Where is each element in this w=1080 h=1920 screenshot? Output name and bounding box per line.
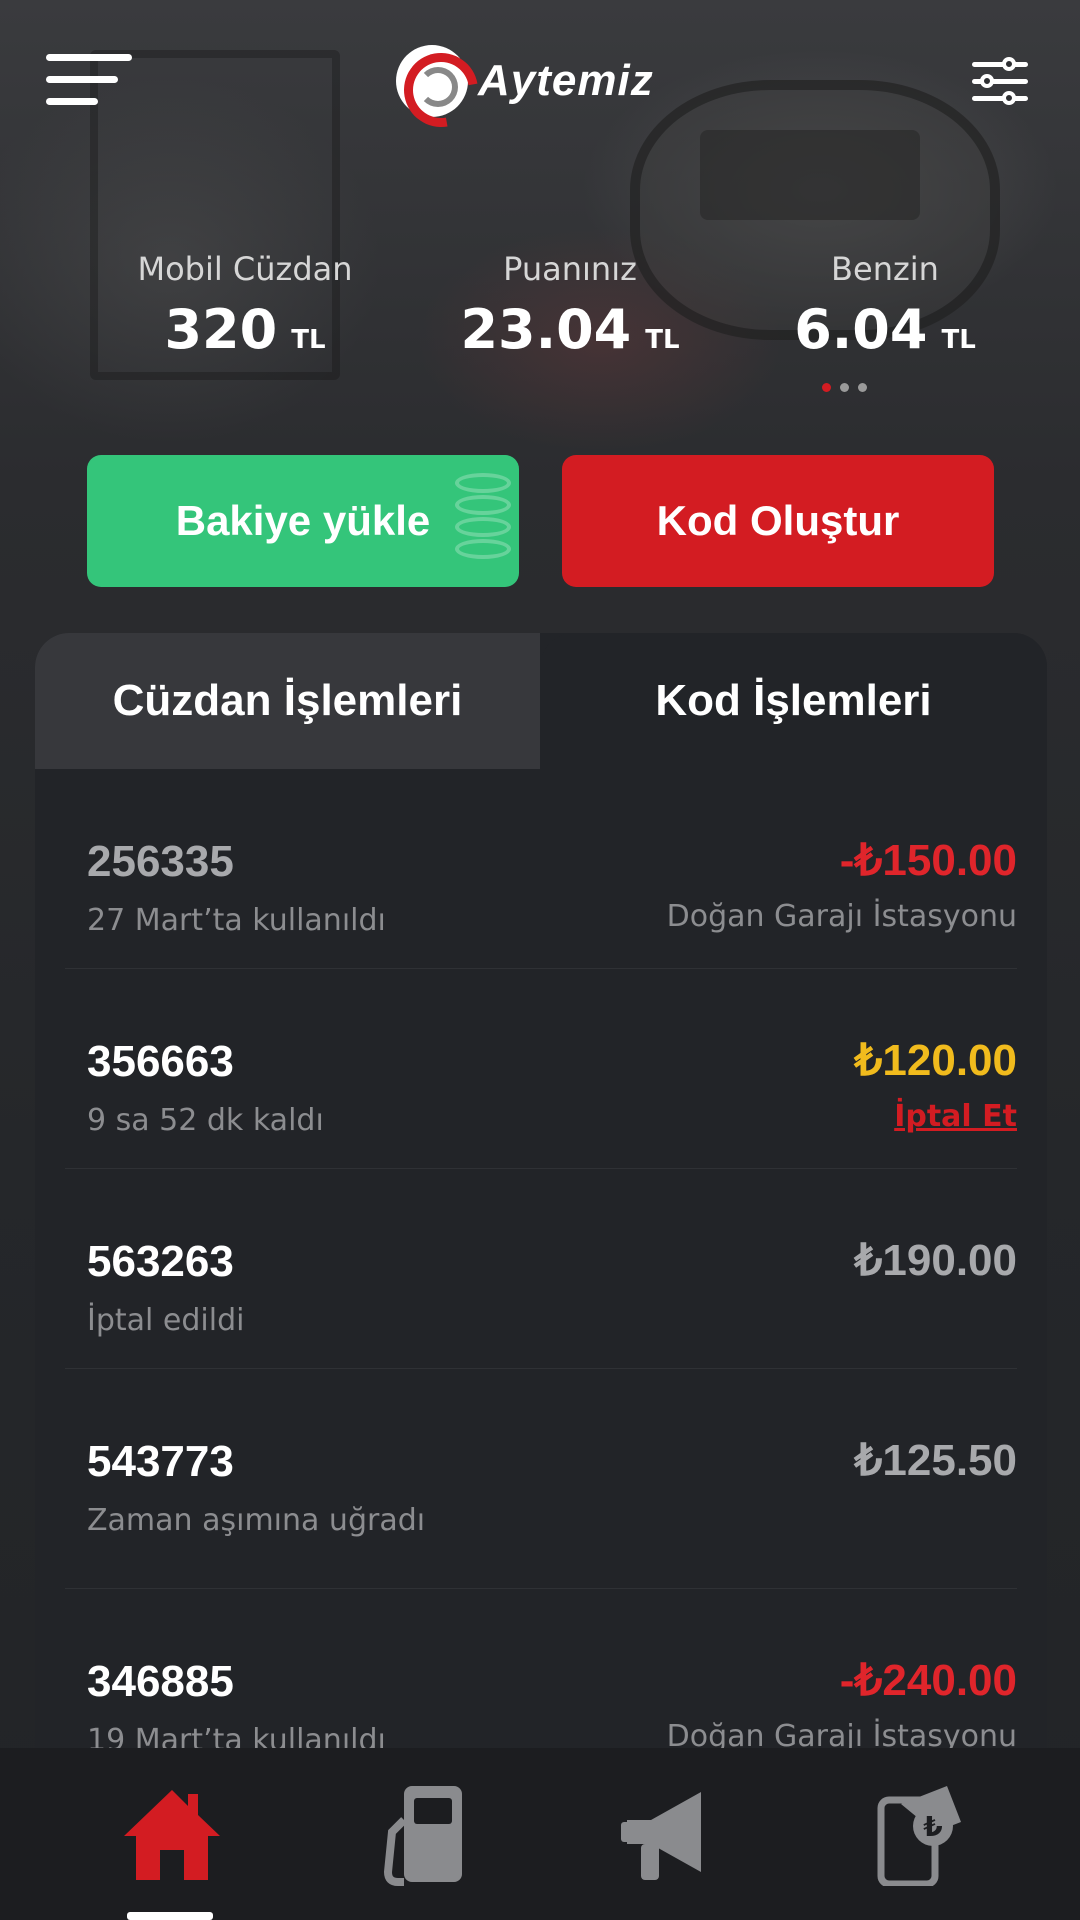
stat-gasoline[interactable]: Benzin 6.04 TL (720, 250, 1050, 361)
stat-label: Puanınız (503, 250, 637, 288)
transaction-list[interactable]: 256335 27 Mart’ta kullanıldı -₺150.00 Do… (35, 769, 1047, 1789)
create-code-label: Kod Oluştur (656, 497, 900, 544)
nav-home[interactable] (35, 1748, 305, 1920)
pager-dot (858, 383, 867, 392)
hamburger-menu-icon[interactable] (46, 52, 134, 112)
transaction-status: 27 Mart’ta kullanıldı (87, 903, 386, 938)
transaction-amount: ₺125.50 (854, 1436, 1017, 1485)
transaction-station: Doğan Garajı İstasyonu (666, 899, 1017, 934)
active-tab-indicator (127, 1912, 213, 1920)
tab-label: Kod İşlemleri (655, 676, 932, 725)
svg-text:₺: ₺ (923, 1810, 942, 1843)
stat-value: 23.04 TL (460, 298, 680, 361)
filter-sliders-icon[interactable] (972, 56, 1028, 108)
home-icon (124, 1790, 220, 1880)
transaction-code: 256335 (87, 837, 234, 886)
stat-value: 6.04 TL (794, 298, 976, 361)
transaction-code: 356663 (87, 1037, 234, 1086)
transaction-amount: -₺240.00 (839, 1656, 1017, 1705)
bottom-navigation: ₺ (0, 1748, 1080, 1920)
transaction-status: 9 sa 52 dk kaldı (87, 1103, 324, 1138)
transaction-amount: ₺190.00 (854, 1236, 1017, 1285)
coins-icon (455, 473, 511, 573)
stat-label: Mobil Cüzdan (137, 250, 353, 288)
tab-label: Cüzdan İşlemleri (112, 676, 463, 725)
pager-dot (840, 383, 849, 392)
tab-wallet-transactions[interactable]: Cüzdan İşlemleri (35, 633, 540, 769)
nav-mobile-wallet[interactable]: ₺ (780, 1748, 1050, 1920)
brand-logo-mark (396, 45, 468, 117)
mobile-wallet-icon: ₺ (877, 1786, 961, 1886)
transaction-code: 543773 (87, 1437, 234, 1486)
transaction-status: Zaman aşımına uğradı (87, 1503, 426, 1538)
pager-dot-active (822, 383, 831, 392)
tab-code-transactions[interactable]: Kod İşlemleri (540, 633, 1047, 769)
brand-name: Aytemiz (478, 56, 654, 105)
brand-logo: Aytemiz (396, 44, 686, 118)
transactions-card: Cüzdan İşlemleri Kod İşlemleri 256335 27… (35, 633, 1047, 1920)
transaction-row[interactable]: 356663 9 sa 52 dk kaldı ₺120.00 İptal Et (65, 969, 1017, 1169)
nav-campaigns[interactable] (530, 1748, 800, 1920)
transaction-code: 563263 (87, 1237, 234, 1286)
load-balance-button[interactable]: Bakiye yükle (87, 455, 519, 587)
transaction-amount: ₺120.00 (854, 1036, 1017, 1085)
balance-summary: Mobil Cüzdan 320 TL Puanınız 23.04 TL Benz… (90, 250, 1010, 370)
transaction-amount: -₺150.00 (839, 836, 1017, 885)
nav-fuel[interactable] (285, 1748, 555, 1920)
transactions-tabs: Cüzdan İşlemleri Kod İşlemleri (35, 633, 1047, 769)
transaction-row[interactable]: 563263 İptal edildi ₺190.00 (65, 1169, 1017, 1369)
transaction-code: 346885 (87, 1657, 234, 1706)
load-balance-label: Bakiye yükle (175, 497, 431, 544)
transaction-row[interactable]: 543773 Zaman aşımına uğradı ₺125.50 (65, 1369, 1017, 1589)
create-code-button[interactable]: Kod Oluştur (562, 455, 994, 587)
stat-value: 320 TL (164, 298, 326, 361)
carousel-pager[interactable] (822, 383, 872, 395)
stat-mobile-wallet[interactable]: Mobil Cüzdan 320 TL (90, 250, 400, 361)
megaphone-icon (621, 1792, 701, 1880)
cancel-code-link[interactable]: İptal Et (894, 1099, 1017, 1134)
stat-label: Benzin (831, 250, 939, 288)
stat-points[interactable]: Puanınız 23.04 TL (420, 250, 720, 361)
transaction-row[interactable]: 256335 27 Mart’ta kullanıldı -₺150.00 Do… (65, 769, 1017, 969)
transaction-status: İptal edildi (87, 1303, 245, 1338)
fuel-pump-icon (383, 1786, 462, 1886)
app-header: Aytemiz (0, 0, 1080, 170)
